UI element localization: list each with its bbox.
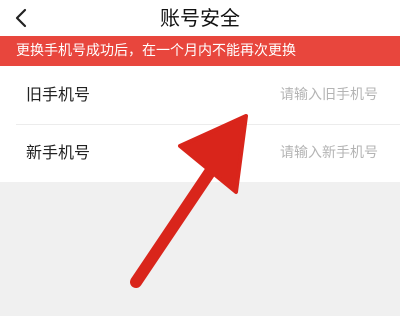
old-phone-row: 旧手机号 [0, 66, 400, 125]
phone-change-form: 旧手机号 新手机号 [0, 66, 400, 182]
notice-banner: 更换手机号成功后，在一个月内不能再次更换 [0, 36, 400, 66]
new-phone-row: 新手机号 [0, 124, 400, 182]
top-nav-bar: 账号安全 [0, 0, 400, 36]
new-phone-input[interactable] [178, 138, 378, 168]
page-title: 账号安全 [160, 6, 240, 30]
new-phone-label: 新手机号 [26, 143, 91, 162]
old-phone-label: 旧手机号 [26, 85, 91, 104]
old-phone-input[interactable] [178, 80, 378, 110]
